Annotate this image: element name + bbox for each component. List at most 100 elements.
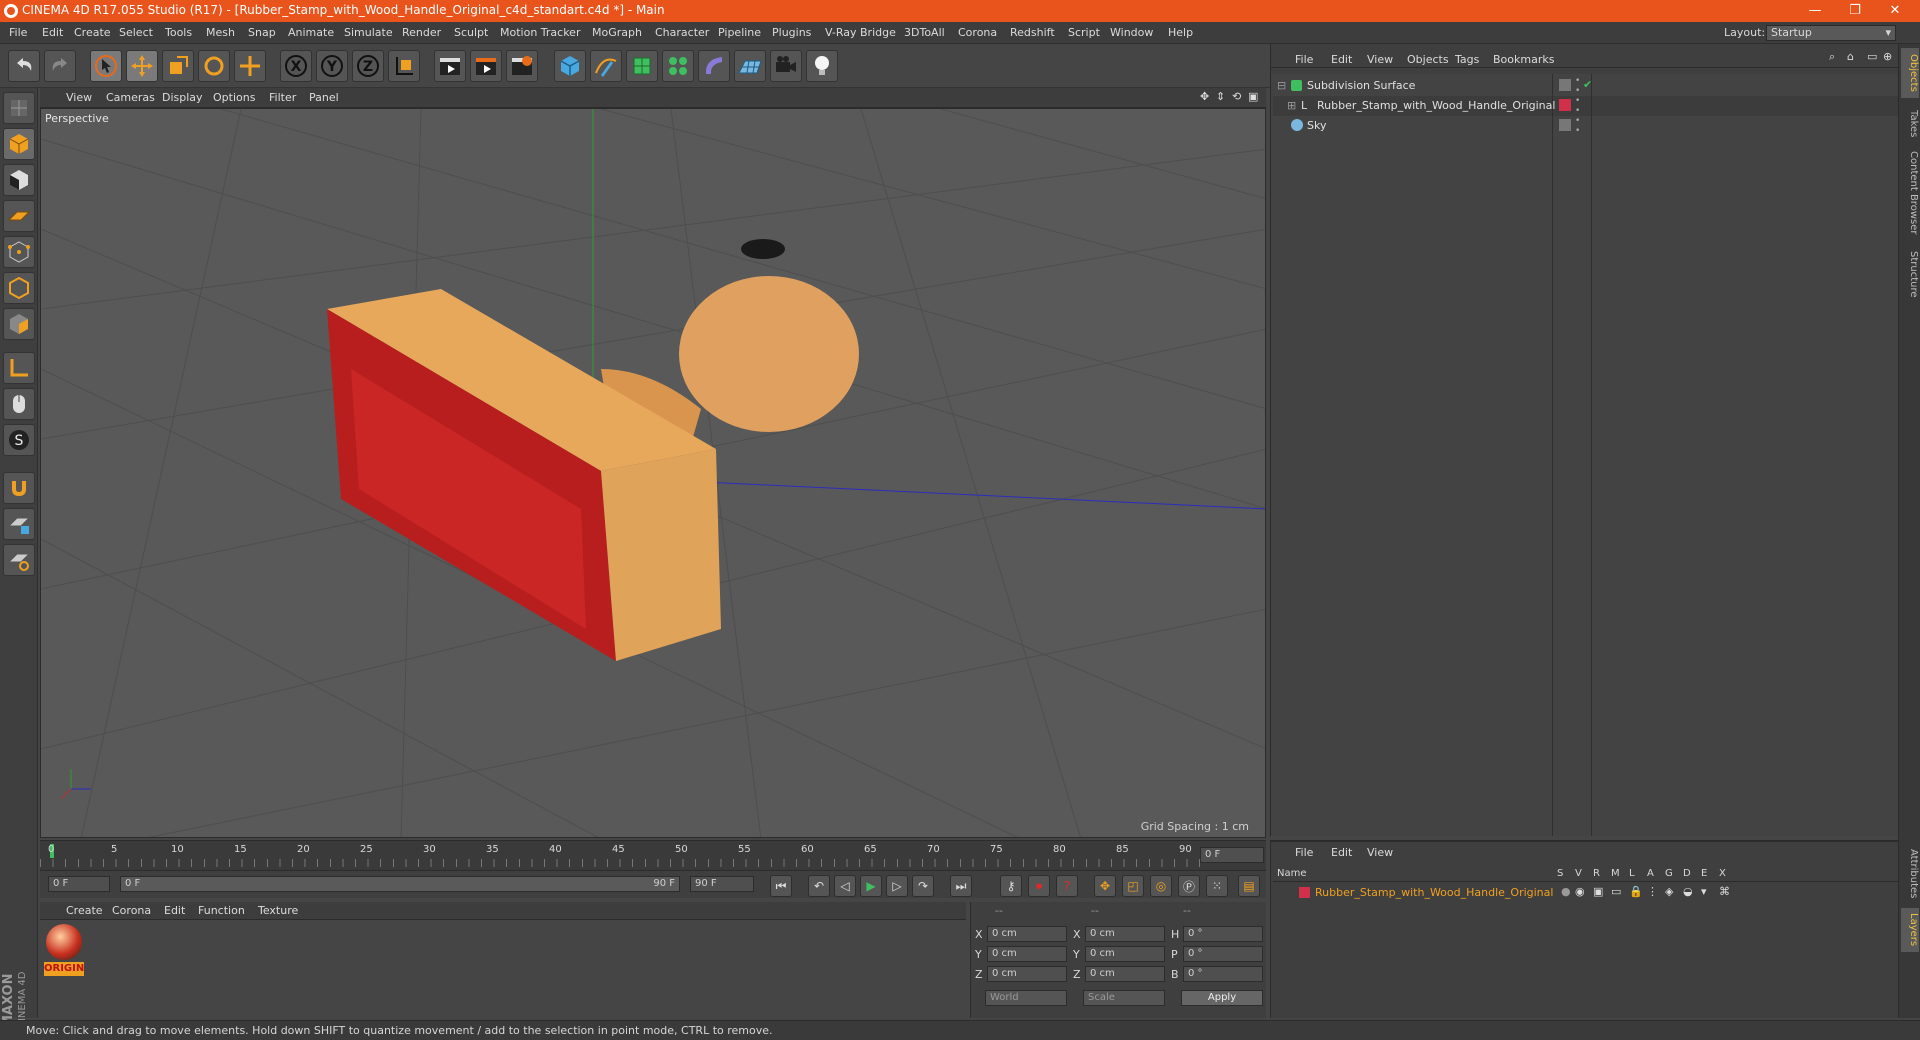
- object-name[interactable]: Rubber_Stamp_with_Wood_Handle_Original: [1317, 99, 1555, 112]
- apply-button[interactable]: Apply: [1181, 990, 1263, 1006]
- vp-menu-cameras[interactable]: Cameras: [106, 91, 155, 104]
- object-row-rubber-stamp[interactable]: ⊞ L Rubber_Stamp_with_Wood_Handle_Origin…: [1273, 96, 1899, 116]
- obj-menu-objects[interactable]: Objects: [1407, 53, 1449, 66]
- menu-script[interactable]: Script: [1068, 26, 1100, 39]
- layout-select[interactable]: Startup: [1766, 25, 1896, 41]
- mat-menu-corona[interactable]: Corona: [112, 904, 151, 917]
- pos-y-field[interactable]: 0 cm: [987, 946, 1067, 962]
- rotate-tool-button[interactable]: [198, 50, 230, 82]
- menu-render[interactable]: Render: [402, 26, 441, 39]
- menu-animate[interactable]: Animate: [288, 26, 334, 39]
- motion-record-button[interactable]: ⚷: [1000, 875, 1022, 897]
- key-pla-button[interactable]: ⁙: [1206, 875, 1228, 897]
- menu-file[interactable]: File: [9, 26, 27, 39]
- make-editable-button[interactable]: [3, 92, 35, 124]
- z-axis-toggle[interactable]: Z: [352, 50, 384, 82]
- menu-pipeline[interactable]: Pipeline: [718, 26, 761, 39]
- layer-lock-icon[interactable]: 🔒: [1629, 885, 1643, 898]
- vp-rotate-icon[interactable]: ⟲: [1232, 90, 1241, 103]
- mat-menu-create[interactable]: Create: [66, 904, 103, 917]
- polygons-mode-button[interactable]: [3, 308, 35, 340]
- menu-select[interactable]: Select: [119, 26, 153, 39]
- tab-layers[interactable]: Layers: [1901, 908, 1919, 952]
- coordinate-system-button[interactable]: [388, 50, 420, 82]
- render-view-button[interactable]: [434, 50, 466, 82]
- vp-zoom-icon[interactable]: ⇕: [1216, 90, 1225, 103]
- menu-tools[interactable]: Tools: [165, 26, 192, 39]
- points-mode-button[interactable]: [3, 236, 35, 268]
- visibility-dots-icon[interactable]: • •: [1575, 76, 1580, 96]
- menu-plugins[interactable]: Plugins: [772, 26, 811, 39]
- scale-select[interactable]: Scale: [1083, 990, 1165, 1006]
- workplane-mode-button[interactable]: [3, 200, 35, 232]
- menu-corona[interactable]: Corona: [958, 26, 997, 39]
- snap-toggle-button[interactable]: [3, 472, 35, 504]
- vp-menu-options[interactable]: Options: [213, 91, 255, 104]
- render-settings-button[interactable]: [506, 50, 538, 82]
- close-button[interactable]: ✕: [1880, 2, 1910, 20]
- x-axis-toggle[interactable]: X: [280, 50, 312, 82]
- minimize-button[interactable]: —: [1800, 2, 1830, 20]
- vp-menu-display[interactable]: Display: [162, 91, 203, 104]
- timeline-ruler[interactable]: 0 5 10 15 20 25 30 35 40 45 50 55 60 65 …: [40, 840, 1266, 870]
- material-swatch[interactable]: ORIGIN: [44, 924, 84, 980]
- render-picture-viewer-button[interactable]: [470, 50, 502, 82]
- object-name[interactable]: Sky: [1307, 119, 1326, 132]
- menu-character[interactable]: Character: [655, 26, 709, 39]
- perspective-viewport[interactable]: Perspective Grid Spacing : 1 cm: [40, 108, 1266, 838]
- home-icon[interactable]: ⌂: [1847, 50, 1854, 63]
- vp-move-icon[interactable]: ✥: [1200, 90, 1209, 103]
- new-view-icon[interactable]: ▭: [1867, 50, 1877, 63]
- key-param-button[interactable]: Ⓟ: [1178, 875, 1200, 897]
- texture-mode-button[interactable]: [3, 164, 35, 196]
- redo-button[interactable]: [44, 50, 76, 82]
- object-name[interactable]: Subdivision Surface: [1307, 79, 1415, 92]
- obj-menu-edit[interactable]: Edit: [1331, 53, 1352, 66]
- solo-button[interactable]: S: [3, 424, 35, 456]
- deformer-button[interactable]: [698, 50, 730, 82]
- rot-h-field[interactable]: 0 °: [1183, 926, 1263, 942]
- tweak-mode-button[interactable]: [3, 388, 35, 420]
- obj-menu-tags[interactable]: Tags: [1455, 53, 1479, 66]
- tab-structure[interactable]: Structure: [1901, 244, 1919, 304]
- menu-help[interactable]: Help: [1168, 26, 1193, 39]
- key-scale-button[interactable]: ◰: [1122, 875, 1144, 897]
- menu-snap[interactable]: Snap: [248, 26, 276, 39]
- menu-simulate[interactable]: Simulate: [344, 26, 393, 39]
- live-selection-button[interactable]: [90, 50, 122, 82]
- tab-content-browser[interactable]: Content Browser: [1901, 148, 1919, 238]
- next-key-button[interactable]: ↷: [912, 875, 934, 897]
- menu-motion-tracker[interactable]: Motion Tracker: [500, 26, 580, 39]
- edges-mode-button[interactable]: [3, 272, 35, 304]
- mat-menu-function[interactable]: Function: [198, 904, 245, 917]
- obj-menu-bookmarks[interactable]: Bookmarks: [1493, 53, 1554, 66]
- tab-objects[interactable]: Objects: [1901, 48, 1919, 98]
- layer-visible-icon[interactable]: ◉: [1575, 885, 1585, 898]
- prev-key-button[interactable]: ↶: [808, 875, 830, 897]
- restore-button[interactable]: ❐: [1840, 2, 1870, 20]
- layer-manager-icon[interactable]: ▭: [1611, 885, 1621, 898]
- layer-row[interactable]: Rubber_Stamp_with_Wood_Handle_Original ●…: [1273, 884, 1899, 902]
- key-rotation-button[interactable]: ◎: [1150, 875, 1172, 897]
- mat-menu-edit[interactable]: Edit: [164, 904, 185, 917]
- layer-expressions-icon[interactable]: ▾: [1701, 885, 1707, 898]
- cube-object-button[interactable]: [554, 50, 586, 82]
- size-x-field[interactable]: 0 cm: [1085, 926, 1165, 942]
- camera-object-button[interactable]: [770, 50, 802, 82]
- menu-vray-bridge[interactable]: V-Ray Bridge: [825, 26, 896, 39]
- layer-generators-icon[interactable]: ◈: [1665, 885, 1673, 898]
- tab-takes[interactable]: Takes: [1901, 104, 1919, 144]
- light-object-button[interactable]: [806, 50, 838, 82]
- scale-tool-button[interactable]: [162, 50, 194, 82]
- obj-menu-file[interactable]: File: [1295, 53, 1313, 66]
- vp-menu-filter[interactable]: Filter: [269, 91, 296, 104]
- recent-tool-button[interactable]: [234, 50, 266, 82]
- autokey-button[interactable]: ?: [1056, 875, 1078, 897]
- subdivision-surface-button[interactable]: [626, 50, 658, 82]
- menu-mesh[interactable]: Mesh: [206, 26, 235, 39]
- undo-button[interactable]: [8, 50, 40, 82]
- vp-menu-panel[interactable]: Panel: [309, 91, 339, 104]
- menu-create[interactable]: Create: [74, 26, 111, 39]
- prev-frame-button[interactable]: ◁: [834, 875, 856, 897]
- goto-start-button[interactable]: ⏮: [770, 875, 792, 897]
